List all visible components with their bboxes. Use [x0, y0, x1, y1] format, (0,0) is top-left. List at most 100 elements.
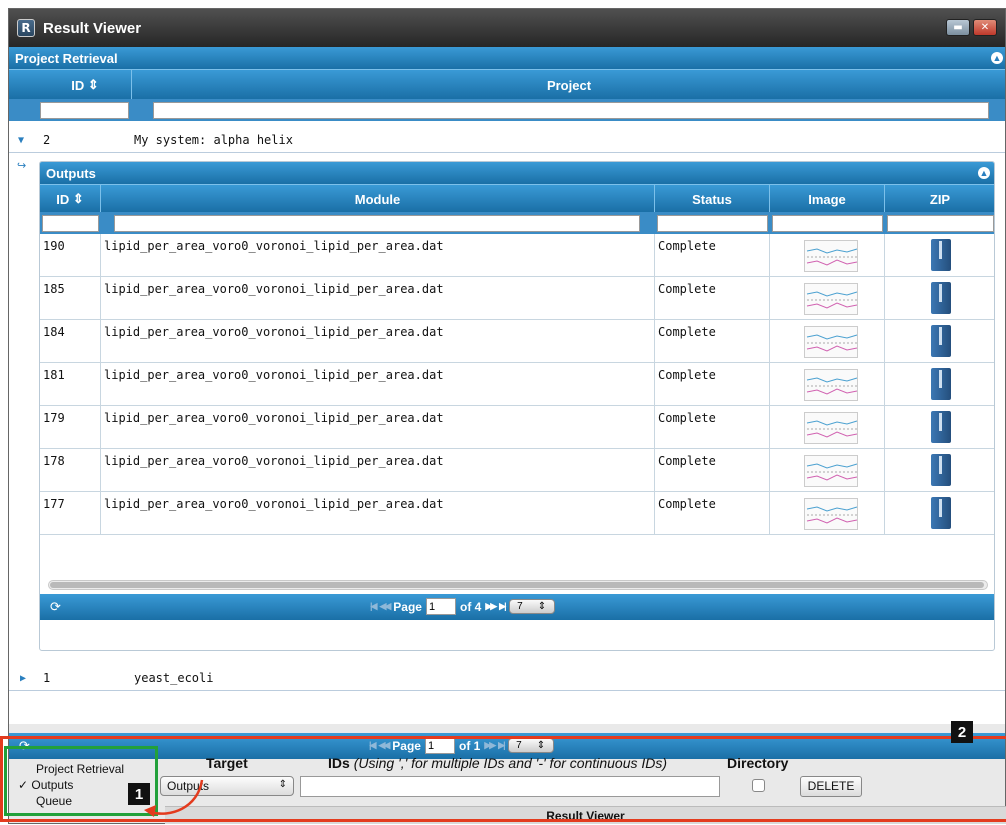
plot-thumbnail-icon[interactable]	[804, 240, 858, 272]
page-label: Page	[393, 599, 422, 614]
cell-status: Complete	[655, 449, 770, 492]
cell-id: 184	[40, 320, 101, 363]
close-button[interactable]: ✕	[973, 19, 997, 36]
subgrid-caption-text: Outputs	[46, 165, 96, 181]
table-row[interactable]: 184 lipid_per_area_voro0_voronoi_lipid_pe…	[40, 320, 994, 363]
last-page-icon[interactable]: ▶|	[499, 601, 507, 612]
cell-image[interactable]	[770, 449, 885, 492]
zip-file-icon[interactable]	[931, 497, 951, 529]
outputs-pager: ⟳ |◀ ◀◀ Page of 4 ▶▶ ▶| 7⇕	[40, 594, 994, 620]
column-header-module-label: Module	[354, 191, 401, 207]
cell-image[interactable]	[770, 234, 885, 277]
zip-file-icon[interactable]	[931, 454, 951, 486]
cell-module: lipid_per_area_voro0_voronoi_lipid_per_a…	[101, 492, 655, 535]
rows-per-page-select[interactable]: 7 ⇕	[508, 599, 555, 614]
next-page-icon[interactable]: ▶▶	[485, 601, 497, 612]
cell-id: 181	[40, 363, 101, 406]
annotation-arrow-line	[149, 779, 204, 815]
column-header-id-label: ID	[71, 77, 85, 93]
cell-image[interactable]	[770, 277, 885, 320]
cell-zip[interactable]	[885, 277, 994, 320]
table-row[interactable]: 185 lipid_per_area_voro0_voronoi_lipid_pe…	[40, 277, 994, 320]
image-filter-input[interactable]	[772, 215, 883, 232]
sort-icon: ⇕	[72, 191, 84, 206]
column-header-project[interactable]: Project	[132, 70, 1005, 100]
cell-image[interactable]	[770, 320, 885, 363]
cell-image[interactable]	[770, 492, 885, 535]
plot-thumbnail-icon[interactable]	[804, 283, 858, 315]
project-id: 1	[43, 671, 51, 685]
rows-per-page-value: 7	[517, 601, 523, 612]
column-header-status[interactable]: Status	[655, 185, 770, 213]
scrollbar-thumb[interactable]	[50, 582, 984, 588]
plot-thumbnail-icon[interactable]	[804, 498, 858, 530]
cell-zip[interactable]	[885, 234, 994, 277]
plot-thumbnail-icon[interactable]	[804, 412, 858, 444]
grid-caption: Project Retrieval ▲	[9, 47, 1005, 69]
column-header-image-label: Image	[808, 191, 846, 207]
project-row[interactable]: ▶ 1 yeast_ecoli	[9, 667, 1005, 691]
column-header-id[interactable]: ID ⇕	[40, 185, 101, 213]
column-header-id-label: ID	[56, 191, 70, 207]
prev-page-icon[interactable]: ◀◀	[379, 601, 391, 612]
minimize-button[interactable]: ▬	[946, 19, 970, 36]
zip-filter-input[interactable]	[887, 215, 994, 232]
cell-status: Complete	[655, 406, 770, 449]
column-header-zip[interactable]: ZIP	[885, 185, 994, 213]
zip-file-icon[interactable]	[931, 325, 951, 357]
collapse-subgrid-icon[interactable]: ▲	[978, 167, 990, 179]
zip-file-icon[interactable]	[931, 239, 951, 271]
project-retrieval-grid: Project Retrieval ▲ ID ⇕ Project ▼ 2 My …	[9, 47, 1005, 759]
subgrid-arrow-icon: ↪	[17, 159, 27, 172]
app-icon: R	[17, 19, 35, 37]
expand-row-icon[interactable]: ▶	[20, 673, 26, 684]
subgrid-column-headers: ID ⇕ Module Status Image ZIP	[40, 184, 994, 213]
cell-zip[interactable]	[885, 492, 994, 535]
project-filter-input[interactable]	[153, 102, 989, 119]
cell-module: lipid_per_area_voro0_voronoi_lipid_per_a…	[101, 406, 655, 449]
cell-status: Complete	[655, 363, 770, 406]
column-header-status-label: Status	[692, 191, 732, 207]
column-header-module[interactable]: Module	[101, 185, 655, 213]
plot-thumbnail-icon[interactable]	[804, 326, 858, 358]
cell-zip[interactable]	[885, 406, 994, 449]
project-row[interactable]: ▼ 2 My system: alpha helix	[9, 129, 1005, 153]
zip-file-icon[interactable]	[931, 411, 951, 443]
column-header-id[interactable]: ID ⇕	[39, 70, 132, 100]
module-filter-input[interactable]	[114, 215, 640, 232]
annotation-arrow	[144, 779, 204, 817]
project-id: 2	[43, 133, 51, 147]
zip-file-icon[interactable]	[931, 368, 951, 400]
table-row[interactable]: 178 lipid_per_area_voro0_voronoi_lipid_pe…	[40, 449, 994, 492]
output-id-filter-input[interactable]	[42, 215, 99, 232]
table-row[interactable]: 177 lipid_per_area_voro0_voronoi_lipid_pe…	[40, 492, 994, 535]
window-title: Result Viewer	[43, 19, 142, 37]
table-row[interactable]: 179 lipid_per_area_voro0_voronoi_lipid_pe…	[40, 406, 994, 449]
column-header-image[interactable]: Image	[770, 185, 885, 213]
collapse-grid-icon[interactable]: ▲	[991, 52, 1003, 64]
cell-zip[interactable]	[885, 363, 994, 406]
annotation-arrow-head	[144, 805, 156, 817]
cell-image[interactable]	[770, 363, 885, 406]
cell-id: 177	[40, 492, 101, 535]
collapse-row-icon[interactable]: ▼	[18, 135, 24, 146]
title-bar[interactable]: R Result Viewer ▬ ✕	[9, 9, 1005, 47]
zip-file-icon[interactable]	[931, 282, 951, 314]
refresh-icon[interactable]: ⟳	[50, 599, 61, 615]
subgrid-caption: Outputs ▲	[40, 162, 994, 184]
plot-thumbnail-icon[interactable]	[804, 369, 858, 401]
table-row[interactable]: 181 lipid_per_area_voro0_voronoi_lipid_pe…	[40, 363, 994, 406]
cell-zip[interactable]	[885, 449, 994, 492]
filter-row	[9, 99, 1005, 121]
page-number-input[interactable]	[425, 598, 456, 615]
id-filter-input[interactable]	[40, 102, 129, 119]
cell-id: 185	[40, 277, 101, 320]
table-row[interactable]: 190 lipid_per_area_voro0_voronoi_lipid_pe…	[40, 234, 994, 277]
first-page-icon[interactable]: |◀	[370, 601, 378, 612]
cell-module: lipid_per_area_voro0_voronoi_lipid_per_a…	[101, 234, 655, 277]
cell-zip[interactable]	[885, 320, 994, 363]
plot-thumbnail-icon[interactable]	[804, 455, 858, 487]
horizontal-scrollbar[interactable]	[48, 580, 988, 590]
cell-image[interactable]	[770, 406, 885, 449]
status-filter-input[interactable]	[657, 215, 768, 232]
